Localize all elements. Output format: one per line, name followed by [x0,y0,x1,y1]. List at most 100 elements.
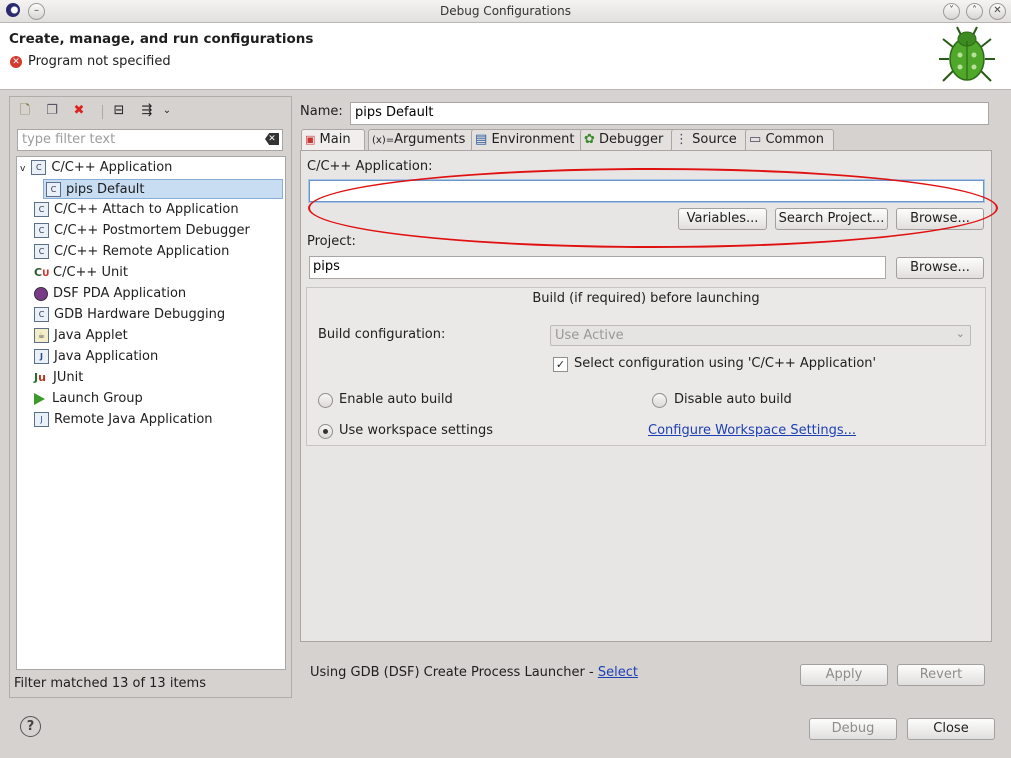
applet-icon: ☕ [34,328,49,343]
disable-auto-build-radio[interactable] [652,393,667,408]
tree-item-java-application[interactable]: J Java Application [34,347,158,367]
dialog-header: Create, manage, and run configurations ✕… [0,23,1011,90]
configuration-tree[interactable]: v C C/C++ Application Cpips Default C C/C++… [16,156,286,670]
arguments-icon: (x)= [372,135,395,146]
close-button[interactable]: Close [907,718,995,740]
tree-item-cpp-unit[interactable]: CU C/C++ Unit [34,263,128,283]
collapse-all-icon[interactable]: ⊟ [110,103,128,119]
revert-button[interactable]: Revert [897,664,985,686]
toolbar-separator [102,105,103,119]
highlight-ellipse [308,168,998,248]
apply-button[interactable]: Apply [800,664,888,686]
pda-icon [34,286,48,301]
use-workspace-label: Use workspace settings [339,423,493,438]
tab-debugger[interactable]: ✿ Debugger [580,129,676,150]
launcher-text: Using GDB (DSF) Create Process Launcher … [310,665,638,680]
project-input[interactable] [310,257,876,276]
c-icon: C [31,160,47,175]
tree-item-junit[interactable]: Ju JUnit [34,368,83,388]
duplicate-icon[interactable]: ❐ [43,103,61,119]
tab-label: Main [319,132,351,147]
launcher-select-link[interactable]: Select [598,665,638,680]
common-icon: ▭ [749,132,762,147]
bug-icon [939,26,995,82]
name-input[interactable] [351,103,979,122]
c-icon: C [34,202,49,217]
tab-environment[interactable]: ▤ Environment [471,129,583,150]
tree-item-label: Launch Group [52,391,143,406]
use-workspace-radio[interactable] [318,424,333,439]
tab-source[interactable]: ⋮ Source [671,129,749,150]
configure-workspace-link[interactable]: Configure Workspace Settings... [648,423,856,438]
minimize-button[interactable]: ˅ [943,3,960,20]
error-message: Program not specified [28,54,171,69]
debugger-icon: ✿ [584,132,595,147]
chevron-down-icon: ⌄ [955,327,965,340]
configuration-list-panel: 🗋 ❐ ✖ ⊟ ⇶ ⌄ ✕ vCC/C++ Application Cpips … [9,96,292,698]
tab-common[interactable]: ▭ Common [745,129,834,150]
tab-main[interactable]: ▣ Main [301,129,365,151]
project-field[interactable] [309,256,886,279]
debug-button[interactable]: Debug [809,718,897,740]
tree-item-pips-default[interactable]: Cpips Default [43,179,283,199]
enable-auto-build-radio[interactable] [318,393,333,408]
launcher-label: Using GDB (DSF) Create Process Launcher … [310,665,598,680]
tree-item-label: JUnit [53,370,84,385]
project-label: Project: [307,234,356,249]
tree-item-label: C/C++ Application [51,160,173,175]
remote-icon: J [34,412,49,427]
build-config-select[interactable]: Use Active ⌄ [550,325,971,346]
filter-input[interactable] [18,130,262,148]
tree-item-label: Remote Java Application [54,412,213,427]
tree-item-gdb-hardware[interactable]: C GDB Hardware Debugging [34,305,225,325]
close-window-button[interactable]: ✕ [989,3,1006,20]
delete-icon[interactable]: ✖ [70,103,88,119]
maximize-button[interactable]: ˄ [966,3,983,20]
tree-item-cpp-postmortem[interactable]: C C/C++ Postmortem Debugger [34,221,250,241]
tab-arguments[interactable]: (x)=Arguments [368,129,475,150]
launch-icon [34,392,45,405]
build-config-label: Build configuration: [318,327,446,342]
tab-label: Common [765,132,824,147]
tree-item-remote-java[interactable]: J Remote Java Application [34,410,213,430]
tree-item-java-applet[interactable]: ☕ Java Applet [34,326,128,346]
filter-status: Filter matched 13 of 13 items [14,676,206,691]
filter-field[interactable]: ✕ [17,129,283,151]
tree-item-label: GDB Hardware Debugging [54,307,226,322]
new-configuration-icon[interactable]: 🗋 [16,103,34,119]
error-icon: ✕ [10,56,22,68]
dialog-title: Create, manage, and run configurations [9,31,314,47]
tree-item-label: pips Default [66,182,145,197]
app-label: C/C++ Application: [307,159,433,174]
tree-item-label: C/C++ Attach to Application [54,202,239,217]
tree-item-cpp-attach[interactable]: C C/C++ Attach to Application [34,200,239,220]
filter-icon[interactable]: ⇶ [138,103,156,119]
tree-item-cpp-application[interactable]: v C C/C++ Application [20,158,172,178]
select-config-checkbox[interactable]: ✓ [553,357,568,372]
c-icon: C [34,244,49,259]
window-title: Debug Configurations [440,4,571,18]
c-icon: C [34,307,49,322]
name-field[interactable] [350,102,989,125]
j-icon: J [34,349,49,364]
select-config-label: Select configuration using 'C/C++ Applic… [574,356,877,371]
build-group-title: Build (if required) before launching [532,291,760,306]
tree-item-dsf-pda[interactable]: DSF PDA Application [34,284,186,304]
clear-filter-icon[interactable]: ✕ [265,133,279,145]
tree-item-label: Java Applet [54,328,128,343]
c-icon: C [34,223,49,238]
c-icon: C [46,182,61,197]
chevron-down-icon[interactable]: v [20,164,25,174]
disable-auto-build-label: Disable auto build [674,392,792,407]
chevron-down-icon[interactable]: ⌄ [158,103,176,119]
title-bar: – Debug Configurations ˅ ˄ ✕ [0,0,1011,23]
name-label: Name: [300,104,343,119]
tree-item-cpp-remote[interactable]: C C/C++ Remote Application [34,242,229,262]
browse-project-button[interactable]: Browse... [896,257,984,279]
tab-label: Arguments [394,132,466,147]
help-icon[interactable]: ? [20,716,41,737]
build-group: Build (if required) before launching Bui… [306,287,986,446]
tree-item-launch-group[interactable]: Launch Group [34,389,143,409]
cu-icon: CU [34,266,50,279]
tab-label: Debugger [599,132,664,147]
